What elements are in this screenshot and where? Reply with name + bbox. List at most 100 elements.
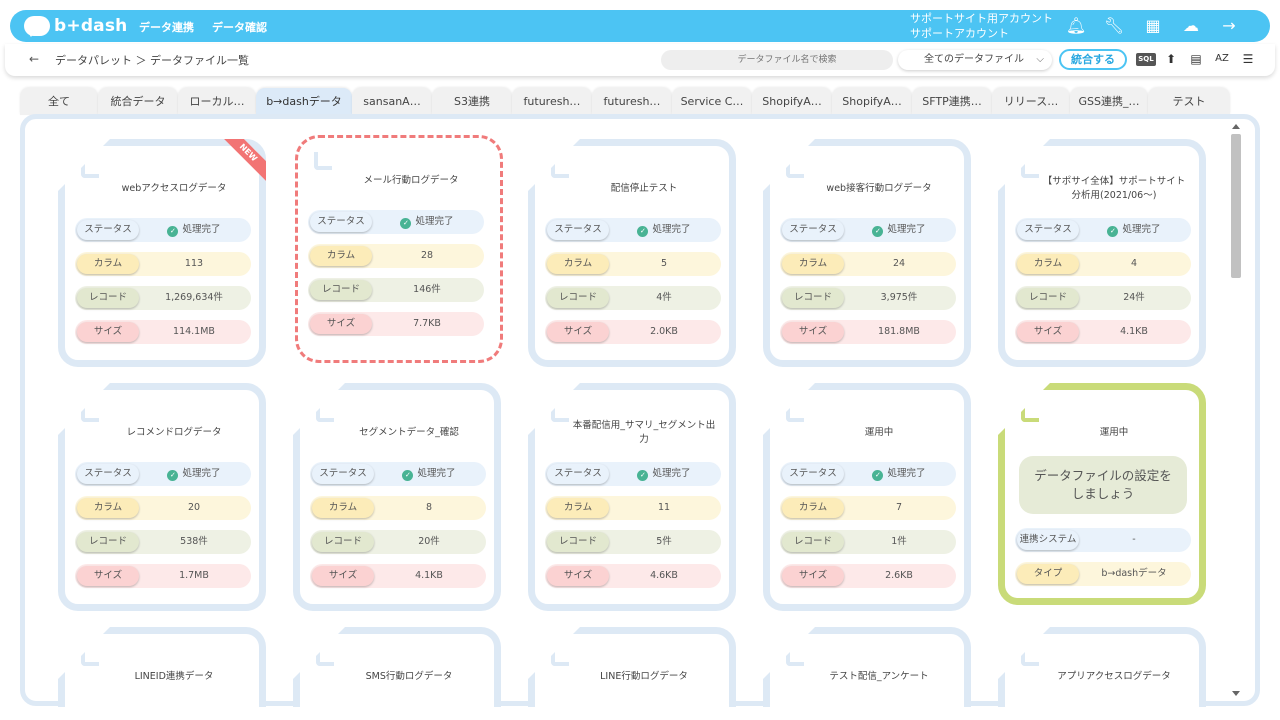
data-file-card[interactable]: 本番配信用_サマリ_セグメント出力 ステータス ✓ 処理完了 カラム 11 レコード 5件 サイ… (528, 383, 736, 611)
tab-s3[interactable]: S3連携 (432, 88, 512, 115)
row-system: 連携システム - (1015, 528, 1191, 552)
nav-data-check[interactable]: データ確認 (212, 19, 267, 35)
row-size: サイズ 4.1KB (310, 564, 486, 588)
row-label: ステータス (310, 212, 372, 232)
row-value: 11 (657, 502, 671, 513)
row-label: レコード (312, 532, 374, 552)
scroll-down-arrow-icon[interactable] (1232, 691, 1240, 696)
card-title: LINE行動ログデータ (600, 671, 688, 682)
logout-icon[interactable]: → (1218, 16, 1240, 36)
row-label: サイズ (782, 566, 844, 586)
tab-all[interactable]: 全て (20, 88, 98, 115)
row-label: サイズ (77, 566, 139, 586)
row-label: カラム (1017, 254, 1079, 274)
data-file-card[interactable]: 【サポサイ全体】サポートサイト分析用(2021/06〜) ステータス ✓ 処理完了 カラ… (998, 139, 1206, 367)
scroll-thumb[interactable] (1231, 134, 1241, 278)
logo[interactable]: b+dash (24, 16, 128, 37)
row-columns: カラム 113 (75, 252, 251, 276)
row-label: カラム (310, 246, 372, 266)
logo-text: b+dash (54, 16, 128, 36)
row-label: レコード (547, 288, 609, 308)
row-value: 4.6KB (650, 570, 678, 581)
row-size: サイズ 4.1KB (1015, 320, 1191, 344)
tab-shopify-1[interactable]: ShopifyA… (752, 88, 832, 115)
row-label: カラム (782, 498, 844, 518)
row-records: レコード 538件 (75, 530, 251, 554)
card-title: レコメンドログデータ (126, 427, 222, 438)
tab-local[interactable]: ローカル… (178, 88, 256, 115)
row-records: レコード 3,975件 (780, 286, 956, 310)
data-file-card[interactable]: webアクセスログデータ ステータス ✓ 処理完了 カラム 113 レコード 1,269,63… (58, 139, 266, 367)
row-label: カラム (547, 254, 609, 274)
row-value: 181.8MB (878, 326, 920, 337)
data-file-card[interactable]: セグメントデータ_確認 ステータス ✓ 処理完了 カラム 8 レコード 20件 サイズ 4.1KB (293, 383, 501, 611)
tab-integrated[interactable]: 統合データ (98, 88, 178, 115)
tab-futureshop-1[interactable]: futuresh… (512, 88, 592, 115)
data-file-card[interactable]: レコメンドログデータ ステータス ✓ 処理完了 カラム 20 レコード 538件 サイズ 1.7M… (58, 383, 266, 611)
breadcrumb: データパレット ＞ データファイル一覧 (55, 54, 249, 67)
nav-data-integration[interactable]: データ連携 (139, 19, 194, 35)
tab-service-c[interactable]: Service C… (672, 88, 752, 115)
bell-icon[interactable]: 🔔︎ (1065, 16, 1087, 36)
row-value: ✓ 処理完了 (846, 218, 952, 242)
row-value: 1件 (891, 536, 907, 547)
row-label: サイズ (312, 566, 374, 586)
upload-icon[interactable]: ⬆ (1164, 51, 1178, 67)
row-label: 連携システム (1017, 530, 1079, 550)
row-records: レコード 146件 (308, 278, 484, 302)
card-title: LINEID連携データ (134, 671, 214, 682)
setup-cta-button[interactable]: データファイルの設定をしましょう (1019, 456, 1187, 514)
row-label: ステータス (782, 464, 844, 484)
tab-sansan[interactable]: sansanA… (352, 88, 432, 115)
row-columns: カラム 24 (780, 252, 956, 276)
data-file-card[interactable]: 配信停止テスト ステータス ✓ 処理完了 カラム 5 レコード 4件 サイズ 2.0KB (528, 139, 736, 367)
tab-gss[interactable]: GSS連携_… (1070, 88, 1148, 115)
support-chat-icon[interactable]: ☁ (1180, 16, 1202, 36)
row-label: ステータス (547, 464, 609, 484)
grid-icon[interactable]: ▦ (1142, 16, 1164, 36)
merge-button[interactable]: 統合する (1059, 49, 1127, 70)
row-value: 24件 (1123, 292, 1145, 303)
data-file-card[interactable]: web接客行動ログデータ ステータス ✓ 処理完了 カラム 24 レコード 3,975件 サイズ… (763, 139, 971, 367)
check-circle-icon: ✓ (400, 218, 412, 229)
row-label: レコード (1017, 288, 1079, 308)
row-status: ステータス ✓ 処理完了 (545, 218, 721, 242)
scroll-up-arrow-icon[interactable] (1232, 124, 1240, 129)
account-info[interactable]: サポートサイト用アカウント サポートアカウント (910, 11, 1053, 41)
tab-release[interactable]: リリース… (992, 88, 1070, 115)
row-size: サイズ 1.7MB (75, 564, 251, 588)
row-status: ステータス ✓ 処理完了 (545, 462, 721, 486)
row-columns: カラム 7 (780, 496, 956, 520)
table-view-icon[interactable]: ▤ (1189, 51, 1203, 67)
row-value: - (1132, 534, 1136, 545)
card-title: メール行動ログデータ (363, 175, 459, 186)
row-label: ステータス (547, 220, 609, 240)
tab-futureshop-2[interactable]: futuresh… (592, 88, 672, 115)
check-circle-icon: ✓ (872, 470, 884, 481)
tab-bdash-data[interactable]: b→dashデータ (256, 88, 352, 115)
wrench-icon[interactable]: 🔧︎ (1103, 16, 1125, 36)
data-file-card[interactable]: メール行動ログデータ ステータス ✓ 処理完了 カラム 28 レコード 146件 サイズ 7.7K… (295, 135, 503, 363)
row-records: レコード 20件 (310, 530, 486, 554)
setup-card[interactable]: 運用中 データファイルの設定をしましょう 連携システム - タイプ b→dash… (998, 383, 1206, 605)
chevron-down-icon: ⌵ (1036, 54, 1044, 65)
row-type: タイプ b→dashデータ (1015, 562, 1191, 586)
row-status: ステータス ✓ 処理完了 (310, 462, 486, 486)
list-view-icon[interactable]: ☰ (1241, 51, 1255, 67)
card-title: web接客行動ログデータ (826, 183, 932, 194)
file-filter-select[interactable]: 全てのデータファイル ⌵ (898, 50, 1052, 70)
row-size: サイズ 7.7KB (308, 312, 484, 336)
sort-az-icon[interactable]: AZ (1213, 51, 1231, 67)
tab-shopify-2[interactable]: ShopifyA… (832, 88, 912, 115)
tab-sftp[interactable]: SFTP連携… (912, 88, 992, 115)
data-file-card[interactable]: 運用中 ステータス ✓ 処理完了 カラム 7 レコード 1件 サイズ 2.6KB (763, 383, 971, 611)
back-arrow-icon[interactable]: ← (29, 52, 39, 66)
row-records: レコード 1件 (780, 530, 956, 554)
row-value: 7 (895, 502, 903, 513)
tab-test[interactable]: テスト (1148, 88, 1230, 115)
row-value: 24 (892, 258, 906, 269)
search-input[interactable] (661, 50, 893, 70)
scrollbar[interactable] (1230, 122, 1242, 698)
row-size: サイズ 114.1MB (75, 320, 251, 344)
sql-icon[interactable]: SQL (1136, 53, 1156, 66)
